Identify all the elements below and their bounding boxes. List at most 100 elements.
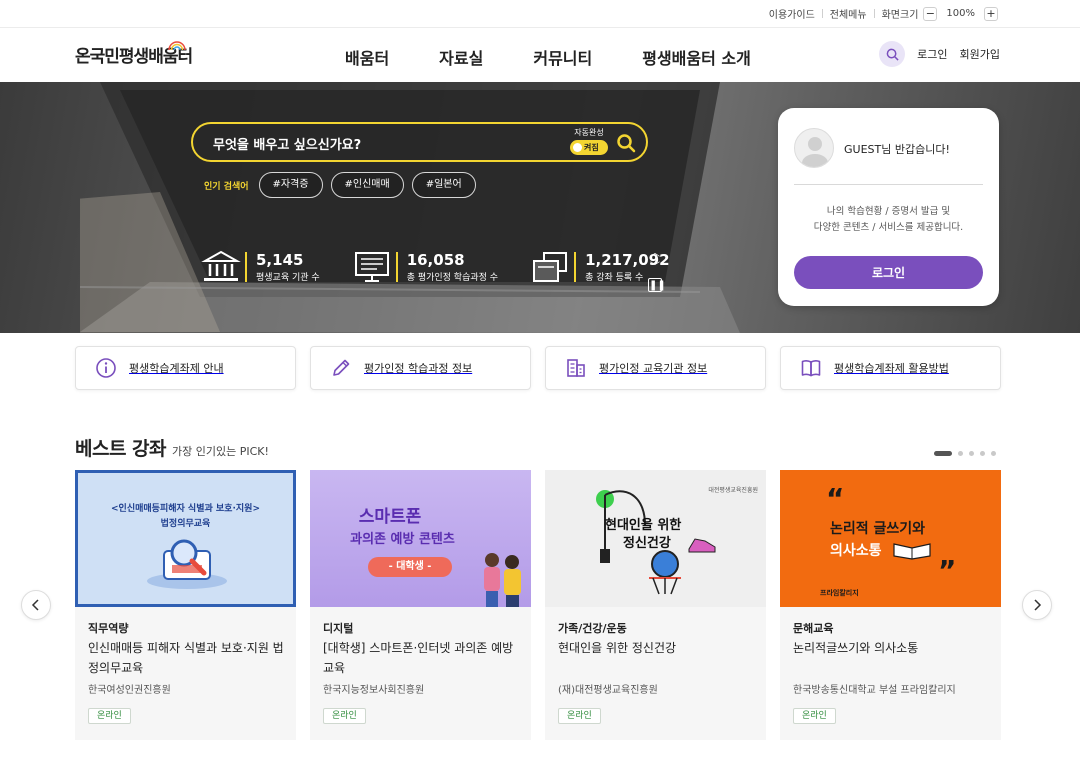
popular-tag[interactable]: #일본어 <box>411 172 476 198</box>
header-actions: 로그인 회원가입 <box>879 41 1000 67</box>
zoom-control: 화면크기 − 100% + <box>882 6 998 21</box>
pagination-dot[interactable] <box>991 451 996 456</box>
desc-line: 나의 학습현황 / 증명서 발급 및 <box>826 206 951 217</box>
pagination-dot[interactable] <box>969 451 974 456</box>
search-icon <box>886 48 899 61</box>
course-category: 가족/건강/운동 <box>558 622 627 635</box>
best-course-carousel: <인신매매등피해자 식별과 보호·지원> 법정의무교육 직무역량 인신매매등 피… <box>75 470 1001 740</box>
thumbnail-text: 현대인을 위한 <box>605 518 682 533</box>
section-title: 베스트 강좌 <box>75 438 167 460</box>
course-card[interactable]: <인신매매등피해자 식별과 보호·지원> 법정의무교육 직무역량 인신매매등 피… <box>75 470 296 740</box>
monitor-list-icon <box>354 252 389 282</box>
popular-tag[interactable]: #자격증 <box>258 172 323 198</box>
chevron-down-icon[interactable]: ﹀ <box>646 261 664 275</box>
search-submit-button[interactable] <box>616 133 636 153</box>
best-section-heading: 베스트 강좌 가장 인기있는 PICK! <box>75 434 269 461</box>
popular-label: 인기 검색어 <box>204 181 249 192</box>
zoom-out-button[interactable]: − <box>923 6 938 21</box>
course-title: 논리적글쓰기와 의사소통 <box>793 641 919 655</box>
carousel-pagination <box>934 451 996 456</box>
online-badge: 온라인 <box>323 708 366 724</box>
statistics-row: 5,145 평생교육 기관 수 16,058 총 평가인정 학습과정 수 1,2… <box>201 250 702 284</box>
main-search-box[interactable]: 무엇을 배우고 싶으신가요? 자동완성 켜짐 <box>191 122 648 162</box>
login-card: GUEST님 반갑습니다! 나의 학습현황 / 증명서 발급 및 다양한 콘텐츠… <box>778 108 999 306</box>
thumbnail-org: 대전평생교육진흥원 <box>708 487 758 494</box>
header-search-button[interactable] <box>879 41 906 67</box>
course-organization: 한국방송통신대학교 부설 프라임칼리지 <box>793 685 956 696</box>
quick-link-course-info[interactable]: 평가인정 학습과정 정보 <box>310 346 531 390</box>
pagination-dot[interactable] <box>980 451 985 456</box>
basketball-hoop-illustration <box>649 550 681 595</box>
stat-institutions: 5,145 평생교육 기관 수 <box>201 250 320 284</box>
search-icon <box>617 134 636 153</box>
quote-close-icon: ” <box>938 554 957 587</box>
chevron-up-icon[interactable]: ︿ <box>646 247 664 261</box>
course-card[interactable]: “ 논리적 글쓰기와 의사소통 ” 프라임칼리지 문해교육 논리적글쓰기와 의사… <box>780 470 1001 740</box>
signup-link[interactable]: 회원가입 <box>960 46 1000 62</box>
quick-link-institution-info[interactable]: 평가인정 교육기관 정보 <box>545 346 766 390</box>
stats-controls: ︿ ﹀ ❚❚ <box>646 247 666 292</box>
quick-link-account-guide[interactable]: 평생학습계좌제 안내 <box>75 346 296 390</box>
thumbnail-text: 스마트폰 <box>358 507 422 527</box>
carousel-prev-button[interactable] <box>21 590 51 620</box>
login-button[interactable]: 로그인 <box>794 256 983 289</box>
info-icon <box>96 358 116 378</box>
autocomplete-toggle[interactable]: 자동완성 켜짐 <box>570 127 608 155</box>
nav-item-learning[interactable]: 배움터 <box>345 45 389 69</box>
course-category: 문해교육 <box>793 622 834 635</box>
toggle-switch[interactable]: 켜짐 <box>570 140 608 155</box>
laptop-background-image <box>80 82 740 333</box>
zoom-label: 화면크기 <box>881 10 919 21</box>
quick-links: 평생학습계좌제 안내 평가인정 학습과정 정보 평가인정 교육기관 정보 평생학… <box>75 346 1001 390</box>
user-icon <box>802 137 828 167</box>
utility-bar: 이용가이드 전체메뉴 화면크기 − 100% + <box>0 0 1080 28</box>
thumbnail-text: <인신매매등피해자 식별과 보호·지원> <box>111 504 260 514</box>
stat-divider <box>574 252 577 282</box>
quick-link-label: 평가인정 교육기관 정보 <box>599 362 708 375</box>
zoom-in-button[interactable]: + <box>984 6 998 21</box>
stat-divider <box>395 252 398 282</box>
quick-link-label: 평생학습계좌제 안내 <box>129 362 224 375</box>
pagination-dot[interactable] <box>958 451 963 456</box>
sitemap-link[interactable]: 전체메뉴 <box>830 6 867 21</box>
course-card[interactable]: 스마트폰 과의존 예방 콘텐츠 - 대학생 - 디지털 [대학생] 스마트폰·인… <box>310 470 531 740</box>
course-thumbnail: 스마트폰 과의존 예방 콘텐츠 - 대학생 - <box>310 470 531 607</box>
thumbnail-tag: - 대학생 - <box>368 557 452 577</box>
nav-item-archive[interactable]: 자료실 <box>439 45 483 69</box>
chevron-right-icon <box>1034 599 1042 611</box>
hero-banner: 무엇을 배우고 싶으신가요? 자동완성 켜짐 인기 검색어 #자격증 #인신매매… <box>0 82 1080 333</box>
institution-icon <box>201 250 241 281</box>
quote-open-icon: “ <box>826 482 845 515</box>
quick-link-account-usage[interactable]: 평생학습계좌제 활용방법 <box>780 346 1001 390</box>
toggle-state: 켜짐 <box>584 143 599 152</box>
course-category: 직무역량 <box>88 622 129 635</box>
stat-caption: 총 평가인정 학습과정 수 <box>406 272 499 283</box>
book-pen-illustration <box>893 543 931 560</box>
toggle-knob <box>573 143 582 152</box>
carousel-next-button[interactable] <box>1022 590 1052 620</box>
search-input-placeholder[interactable]: 무엇을 배우고 싶으신가요? <box>213 134 361 153</box>
popular-keywords: 인기 검색어 #자격증 #인신매매 #일본어 <box>204 172 476 198</box>
nav-item-about[interactable]: 평생배움터 소개 <box>642 45 751 69</box>
pagination-dot-active[interactable] <box>934 451 952 456</box>
nav-item-community[interactable]: 커뮤니티 <box>533 45 592 69</box>
rainbow-icon <box>168 41 186 50</box>
chevron-left-icon <box>31 599 39 611</box>
quick-link-label: 평생학습계좌제 활용방법 <box>834 362 949 375</box>
guide-link[interactable]: 이용가이드 <box>769 6 815 21</box>
course-thumbnail: 대전평생교육진흥원 현대인을 위한 정신건강 <box>545 470 766 607</box>
course-organization: 한국여성인권진흥원 <box>88 685 171 696</box>
online-badge: 온라인 <box>88 708 131 724</box>
login-description: 나의 학습현황 / 증명서 발급 및 다양한 콘텐츠 / 서비스를 제공합니다. <box>778 204 999 236</box>
divider <box>794 184 983 185</box>
zoom-value: 100% <box>946 8 975 19</box>
online-badge: 온라인 <box>793 708 836 724</box>
pause-icon[interactable]: ❚❚ <box>648 278 666 292</box>
thumbnail-text: 정신건강 <box>623 536 671 551</box>
course-card[interactable]: 대전평생교육진흥원 현대인을 위한 정신건강 가족/건강/운동 현대인을 위한 … <box>545 470 766 740</box>
login-link[interactable]: 로그인 <box>917 46 947 62</box>
course-thumbnail: <인신매매등피해자 식별과 보호·지원> 법정의무교육 <box>75 470 296 607</box>
shoe-illustration <box>688 538 716 553</box>
popular-tag[interactable]: #인신매매 <box>330 172 404 198</box>
thumbnail-text: 과의존 예방 콘텐츠 <box>350 532 455 547</box>
